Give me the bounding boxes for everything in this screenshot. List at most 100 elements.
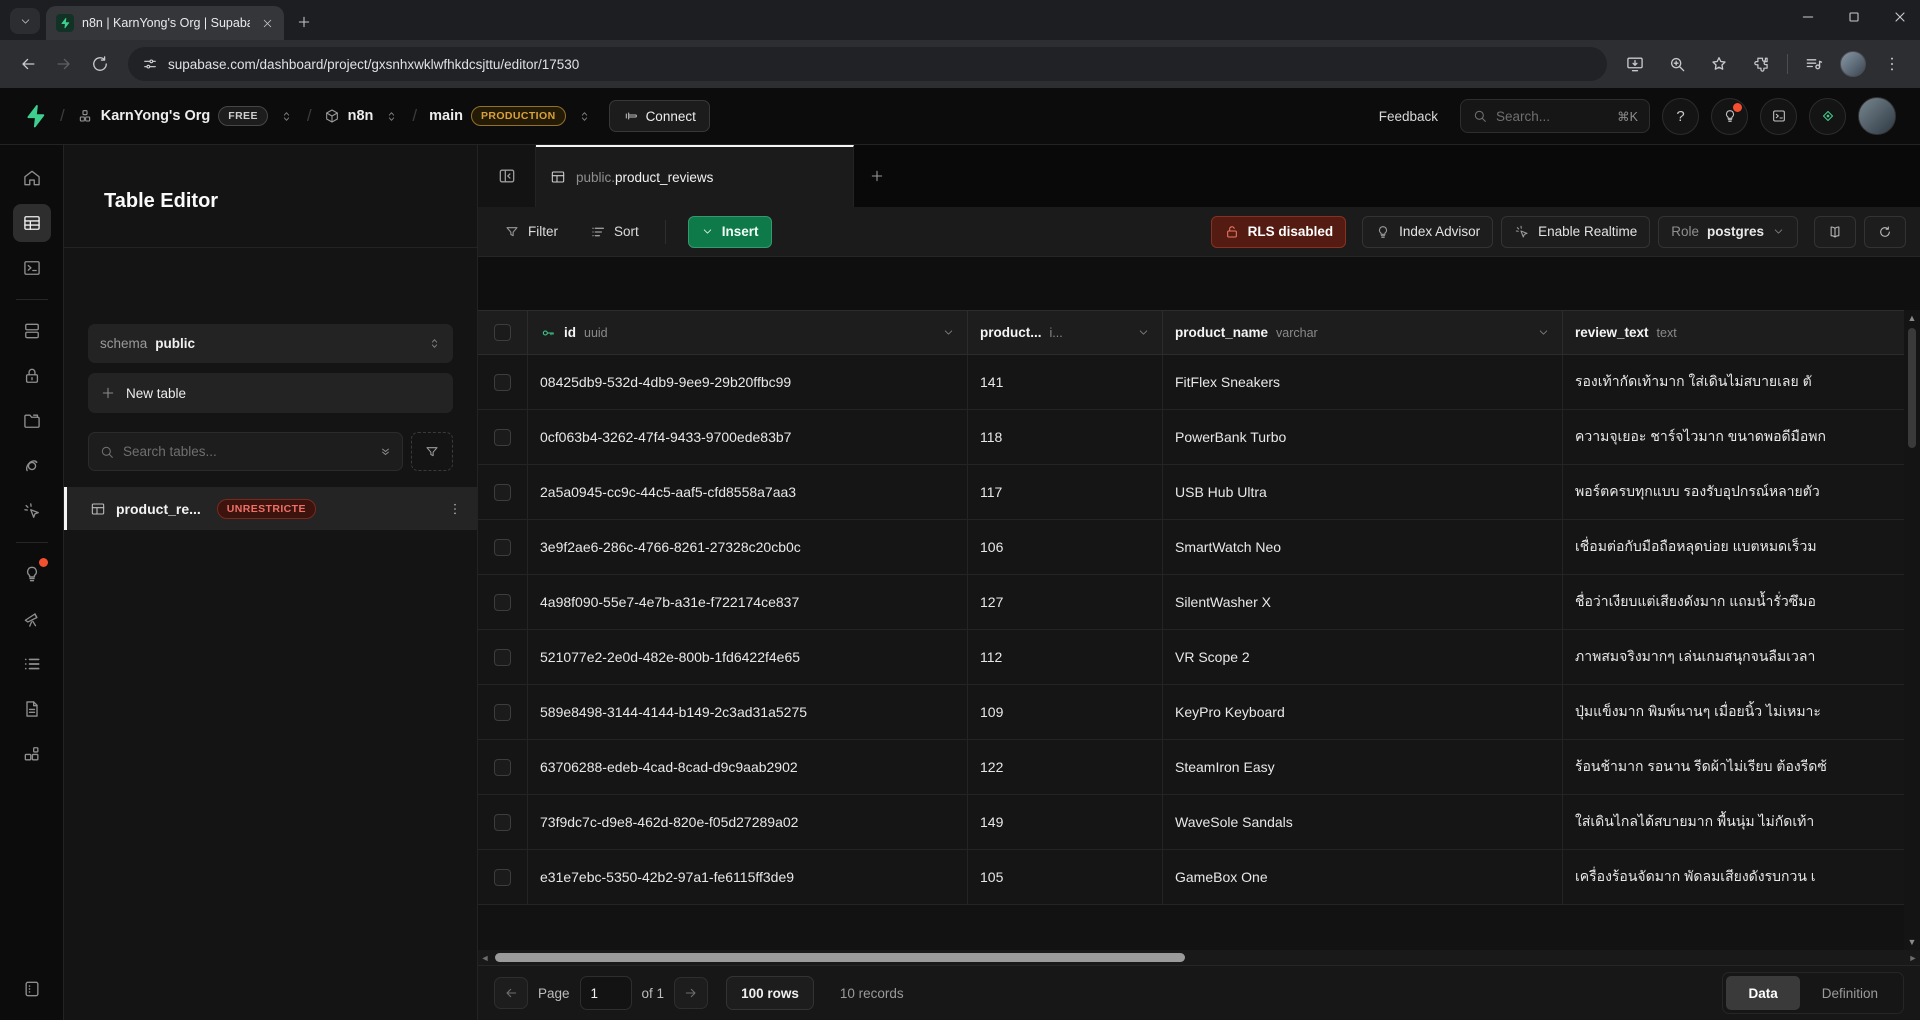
- enable-realtime-button[interactable]: Enable Realtime: [1501, 216, 1650, 248]
- sidebar-item-logs[interactable]: [13, 645, 51, 683]
- row-select-cell[interactable]: [478, 575, 528, 629]
- row-checkbox[interactable]: [494, 649, 511, 666]
- terminal-button[interactable]: [1760, 98, 1797, 135]
- sidebar-item-realtime[interactable]: [13, 492, 51, 530]
- row-checkbox[interactable]: [494, 374, 511, 391]
- cell-product-id[interactable]: 118: [968, 410, 1163, 464]
- select-all-checkbox[interactable]: [494, 324, 511, 341]
- close-icon[interactable]: [1890, 7, 1910, 27]
- install-app-icon[interactable]: [1619, 48, 1651, 80]
- cell-id[interactable]: 73f9dc7c-d9e8-462d-820e-f05d27289a02: [528, 795, 968, 849]
- row-select-cell[interactable]: [478, 685, 528, 739]
- sidebar-item-advisors[interactable]: [13, 555, 51, 593]
- hscroll-track[interactable]: [492, 953, 1906, 962]
- maximize-icon[interactable]: [1844, 7, 1864, 27]
- rls-disabled-button[interactable]: RLS disabled: [1211, 216, 1347, 248]
- scroll-right-icon[interactable]: ►: [1906, 953, 1920, 963]
- cell-id[interactable]: 589e8498-3144-4144-b149-2c3ad31a5275: [528, 685, 968, 739]
- row-select-cell[interactable]: [478, 740, 528, 794]
- browser-tab[interactable]: n8n | KarnYong's Org | Supabas: [46, 6, 284, 40]
- new-table-button[interactable]: New table: [88, 373, 453, 413]
- new-tab-button[interactable]: [290, 8, 318, 36]
- cell-product-name[interactable]: WaveSole Sandals: [1163, 795, 1563, 849]
- sidebar-item-api-docs[interactable]: [13, 690, 51, 728]
- org-switcher-icon[interactable]: [278, 108, 295, 125]
- expand-all-icon[interactable]: [379, 445, 392, 458]
- project-switcher-icon[interactable]: [383, 108, 400, 125]
- extensions-icon[interactable]: [1745, 48, 1777, 80]
- schema-select[interactable]: schema public: [88, 324, 453, 363]
- scroll-left-icon[interactable]: ◄: [478, 953, 492, 963]
- site-info-icon[interactable]: [142, 56, 158, 72]
- column-header-id[interactable]: id uuid: [528, 311, 968, 354]
- cell-product-name[interactable]: USB Hub Ultra: [1163, 465, 1563, 519]
- row-checkbox[interactable]: [494, 759, 511, 776]
- row-select-cell[interactable]: [478, 410, 528, 464]
- vscroll-thumb[interactable]: [1908, 328, 1916, 448]
- cell-product-id[interactable]: 141: [968, 355, 1163, 409]
- row-checkbox[interactable]: [494, 429, 511, 446]
- sidebar-item-sql-editor[interactable]: [13, 249, 51, 287]
- cell-product-name[interactable]: FitFlex Sneakers: [1163, 355, 1563, 409]
- role-select[interactable]: Role postgres: [1658, 216, 1798, 248]
- cell-product-id[interactable]: 127: [968, 575, 1163, 629]
- cell-review-text[interactable]: ใส่เดินไกลได้สบายมาก พื้นนุ่ม ไม่กัดเท้า: [1563, 795, 1904, 849]
- new-editor-tab-button[interactable]: [854, 145, 900, 207]
- cell-product-id[interactable]: 105: [968, 850, 1163, 904]
- sidebar-item-home[interactable]: [13, 159, 51, 197]
- sidebar-item-project-settings[interactable]: [13, 970, 51, 1008]
- branch-switcher-icon[interactable]: [576, 108, 593, 125]
- back-icon[interactable]: [12, 48, 44, 80]
- row-select-cell[interactable]: [478, 795, 528, 849]
- minimize-icon[interactable]: [1798, 7, 1818, 27]
- view-tab-data[interactable]: Data: [1726, 976, 1799, 1010]
- scroll-down-icon[interactable]: ▼: [1908, 937, 1917, 947]
- search-tables-box[interactable]: [88, 432, 403, 471]
- sidebar-item-integrations[interactable]: [13, 735, 51, 773]
- cell-review-text[interactable]: ความจุเยอะ ชาร์จไวมาก ขนาดพอดีมือพก: [1563, 410, 1904, 464]
- column-header-review-text[interactable]: review_text text: [1563, 311, 1904, 354]
- tab-product-reviews[interactable]: public.product_reviews: [536, 145, 854, 207]
- forward-icon[interactable]: [48, 48, 80, 80]
- tab-close-icon[interactable]: [258, 14, 276, 32]
- sidebar-item-auth[interactable]: [13, 357, 51, 395]
- table-item-menu-icon[interactable]: [447, 501, 463, 517]
- media-playlist-icon[interactable]: [1798, 48, 1830, 80]
- cell-product-name[interactable]: PowerBank Turbo: [1163, 410, 1563, 464]
- cell-product-id[interactable]: 122: [968, 740, 1163, 794]
- cell-product-name[interactable]: KeyPro Keyboard: [1163, 685, 1563, 739]
- global-search[interactable]: Search... ⌘K: [1460, 99, 1650, 133]
- insert-button[interactable]: Insert: [688, 216, 772, 248]
- connect-button[interactable]: Connect: [609, 100, 710, 132]
- cell-product-id[interactable]: 149: [968, 795, 1163, 849]
- scroll-up-icon[interactable]: ▲: [1908, 313, 1917, 323]
- zoom-icon[interactable]: [1661, 48, 1693, 80]
- row-checkbox[interactable]: [494, 539, 511, 556]
- sidebar-item-database[interactable]: [13, 312, 51, 350]
- cell-id[interactable]: 3e9f2ae6-286c-4766-8261-27328c20cb0c: [528, 520, 968, 574]
- row-select-cell[interactable]: [478, 520, 528, 574]
- cell-product-name[interactable]: SmartWatch Neo: [1163, 520, 1563, 574]
- collapse-sidebar-button[interactable]: [478, 145, 536, 207]
- filter-button[interactable]: Filter: [492, 216, 570, 248]
- sidebar-item-reports[interactable]: [13, 600, 51, 638]
- deploy-button[interactable]: [1809, 98, 1846, 135]
- cell-review-text[interactable]: เชื่อมต่อกับมือถือหลุดบ่อย แบตหมดเร็วม: [1563, 520, 1904, 574]
- cell-id[interactable]: e31e7ebc-5350-42b2-97a1-fe6115ff3de9: [528, 850, 968, 904]
- sort-button[interactable]: Sort: [578, 216, 651, 248]
- sidebar-item-storage[interactable]: [13, 402, 51, 440]
- row-select-cell[interactable]: [478, 630, 528, 684]
- browser-menu-icon[interactable]: [1876, 48, 1908, 80]
- cell-product-id[interactable]: 117: [968, 465, 1163, 519]
- cell-review-text[interactable]: รองเท้ากัดเท้ามาก ใส่เดินไม่สบายเลย ตั: [1563, 355, 1904, 409]
- cell-product-name[interactable]: SilentWasher X: [1163, 575, 1563, 629]
- notifications-button[interactable]: [1711, 98, 1748, 135]
- column-header-product-name[interactable]: product_name varchar: [1163, 311, 1563, 354]
- prev-page-button[interactable]: [494, 977, 528, 1009]
- cell-id[interactable]: 4a98f090-55e7-4e7b-a31e-f722174ce837: [528, 575, 968, 629]
- row-checkbox[interactable]: [494, 869, 511, 886]
- row-checkbox[interactable]: [494, 484, 511, 501]
- column-header-product-id[interactable]: product... i...: [968, 311, 1163, 354]
- page-input[interactable]: [580, 976, 632, 1010]
- sidebar-item-table-editor[interactable]: [13, 204, 51, 242]
